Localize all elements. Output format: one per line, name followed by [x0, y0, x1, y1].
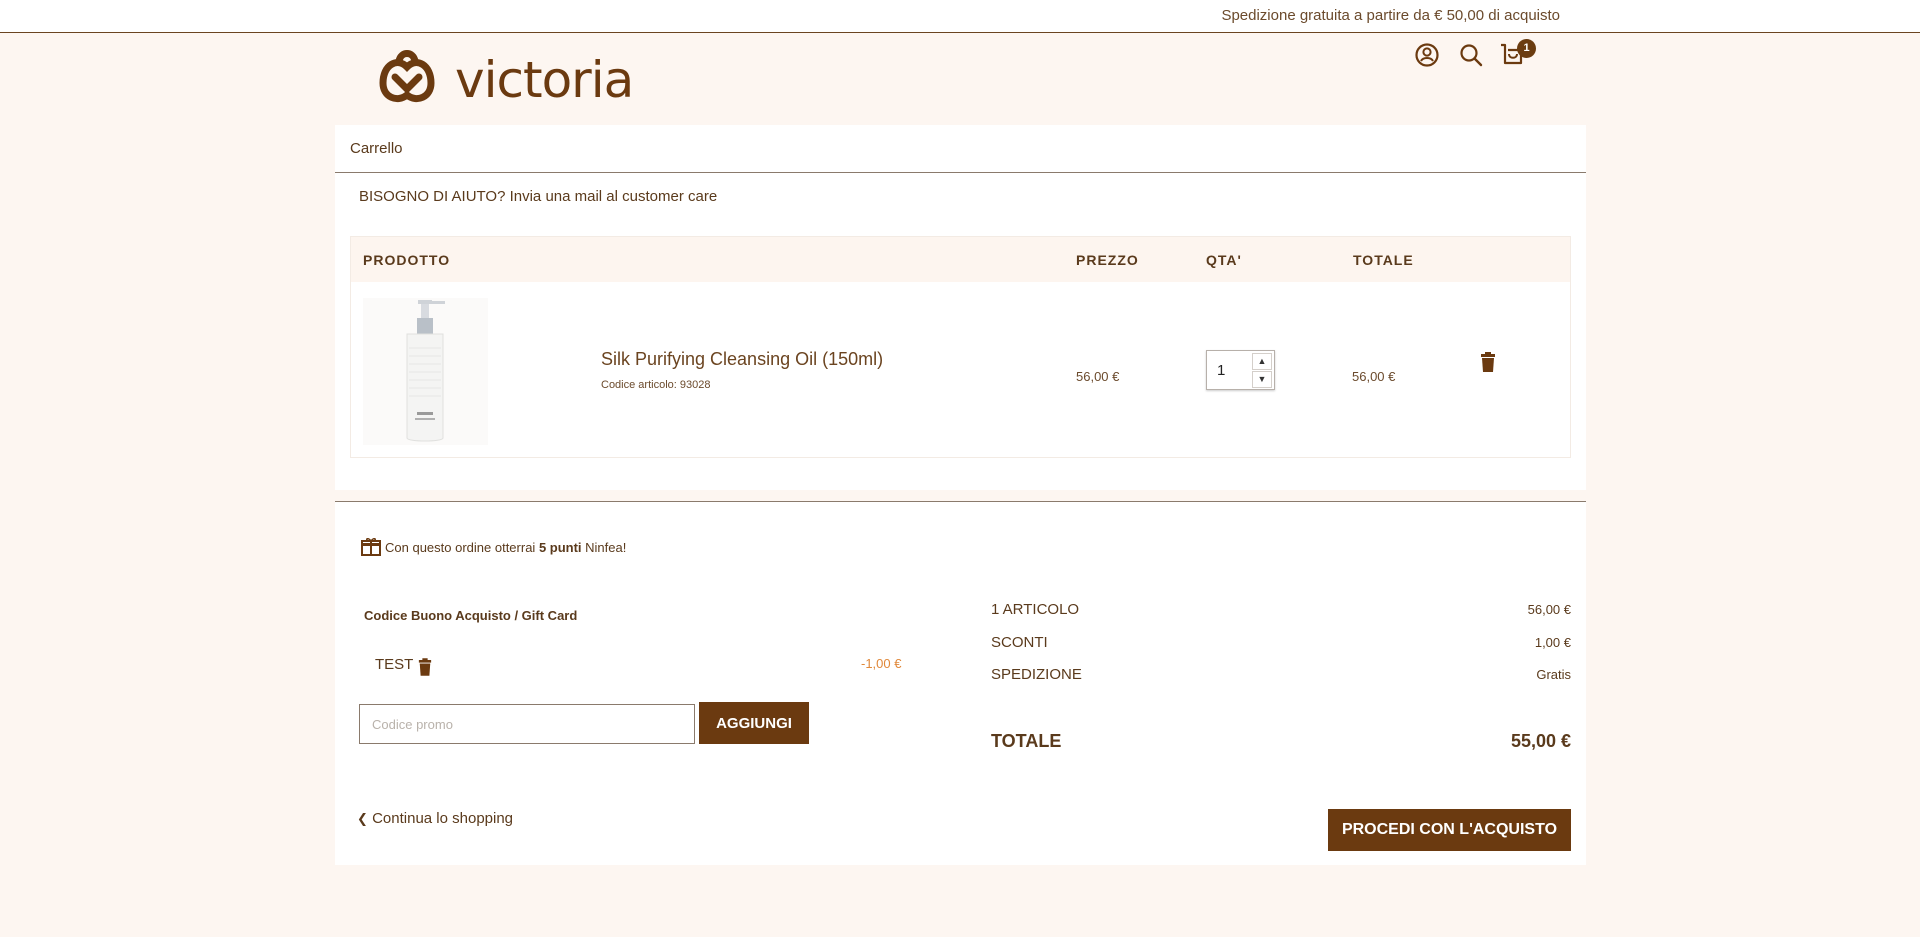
cart-count-badge: 1: [1517, 39, 1536, 58]
points-suffix: Ninfea!: [581, 540, 627, 555]
header-product: PRODOTTO: [363, 252, 451, 268]
top-bar: Spedizione gratuita a partire da € 50,00…: [0, 0, 1920, 33]
summary-value: 56,00 €: [1527, 602, 1571, 617]
chevron-left-icon: ❮: [357, 811, 368, 826]
loyalty-points: Con questo ordine otterrai 5 punti Ninfe…: [361, 537, 627, 556]
giftcard-title: Codice Buono Acquisto / Gift Card: [364, 608, 578, 623]
header-price: PREZZO: [1076, 252, 1139, 268]
order-summary-panel: Con questo ordine otterrai 5 punti Ninfe…: [335, 501, 1586, 865]
total-label: TOTALE: [991, 731, 1062, 751]
trash-icon[interactable]: [1480, 352, 1496, 372]
table-row: Silk Purifying Cleansing Oil (150ml) Cod…: [351, 282, 1570, 458]
summary-value: 1,00 €: [1534, 635, 1571, 650]
points-value: 5 punti: [538, 540, 582, 555]
total-value: 55,00 €: [1510, 731, 1571, 751]
logo-text: victoria: [455, 51, 633, 107]
applied-coupon-code: TEST: [375, 656, 414, 673]
table-header: PRODOTTO PREZZO QTA' TOTALE: [351, 237, 1570, 282]
summary-label: SPEDIZIONE: [991, 666, 1082, 683]
remove-coupon-icon[interactable]: [418, 658, 432, 676]
continue-shopping-label: Continua lo shopping: [372, 810, 514, 827]
summary-row-discounts: SCONTI 1,00 €: [991, 634, 1571, 651]
summary-row-items: 1 ARTICOLO 56,00 €: [991, 601, 1571, 618]
points-prefix: Con questo ordine otterrai: [385, 540, 539, 555]
summary-total: TOTALE 55,00 €: [991, 731, 1571, 752]
applied-coupon-value: -1,00 €: [861, 656, 902, 671]
customer-care-link[interactable]: Invia una mail al customer care: [510, 188, 718, 205]
cart-panel: Carrello BISOGNO DI AIUTO? Invia una mai…: [335, 125, 1586, 490]
victoria-logo[interactable]: victoria: [375, 43, 675, 109]
breadcrumb: Carrello: [335, 125, 1586, 173]
quantity-stepper[interactable]: ▲ ▼: [1206, 350, 1275, 390]
shipping-promo: Spedizione gratuita a partire da € 50,00…: [1221, 7, 1560, 24]
chevron-up-icon[interactable]: ▲: [1252, 353, 1272, 370]
summary-label: 1 ARTICOLO: [991, 601, 1080, 618]
gift-icon: [361, 537, 381, 556]
header-total: TOTALE: [1353, 252, 1414, 268]
user-icon[interactable]: [1414, 42, 1444, 72]
breadcrumb-current: Carrello: [350, 140, 403, 157]
summary-label: SCONTI: [991, 634, 1048, 651]
checkout-button[interactable]: PROCEDI CON L'ACQUISTO: [1328, 809, 1571, 851]
add-promo-button[interactable]: AGGIUNGI: [699, 702, 809, 744]
product-code: Codice articolo: 93028: [601, 379, 711, 391]
product-name[interactable]: Silk Purifying Cleansing Oil (150ml): [601, 349, 883, 370]
search-icon[interactable]: [1458, 42, 1488, 72]
logo-mark: victoria: [379, 50, 634, 109]
product-price: 56,00 €: [1076, 369, 1120, 384]
summary-row-shipping: SPEDIZIONE Gratis: [991, 666, 1571, 683]
cart-icon[interactable]: 1: [1499, 39, 1536, 72]
header-qty: QTA': [1206, 252, 1242, 268]
cart-table: PRODOTTO PREZZO QTA' TOTALE Silk Purifyi…: [350, 236, 1571, 458]
chevron-down-icon[interactable]: ▼: [1252, 371, 1272, 388]
product-image[interactable]: [363, 298, 488, 445]
help-prefix: BISOGNO DI AIUTO?: [359, 188, 510, 205]
help-text: BISOGNO DI AIUTO? Invia una mail al cust…: [359, 188, 717, 205]
continue-shopping-link[interactable]: ❮ Continua lo shopping: [357, 810, 513, 827]
product-total: 56,00 €: [1352, 369, 1396, 384]
quantity-input[interactable]: [1207, 351, 1252, 389]
promo-code-input[interactable]: [359, 704, 695, 744]
summary-value: Gratis: [1536, 667, 1571, 682]
